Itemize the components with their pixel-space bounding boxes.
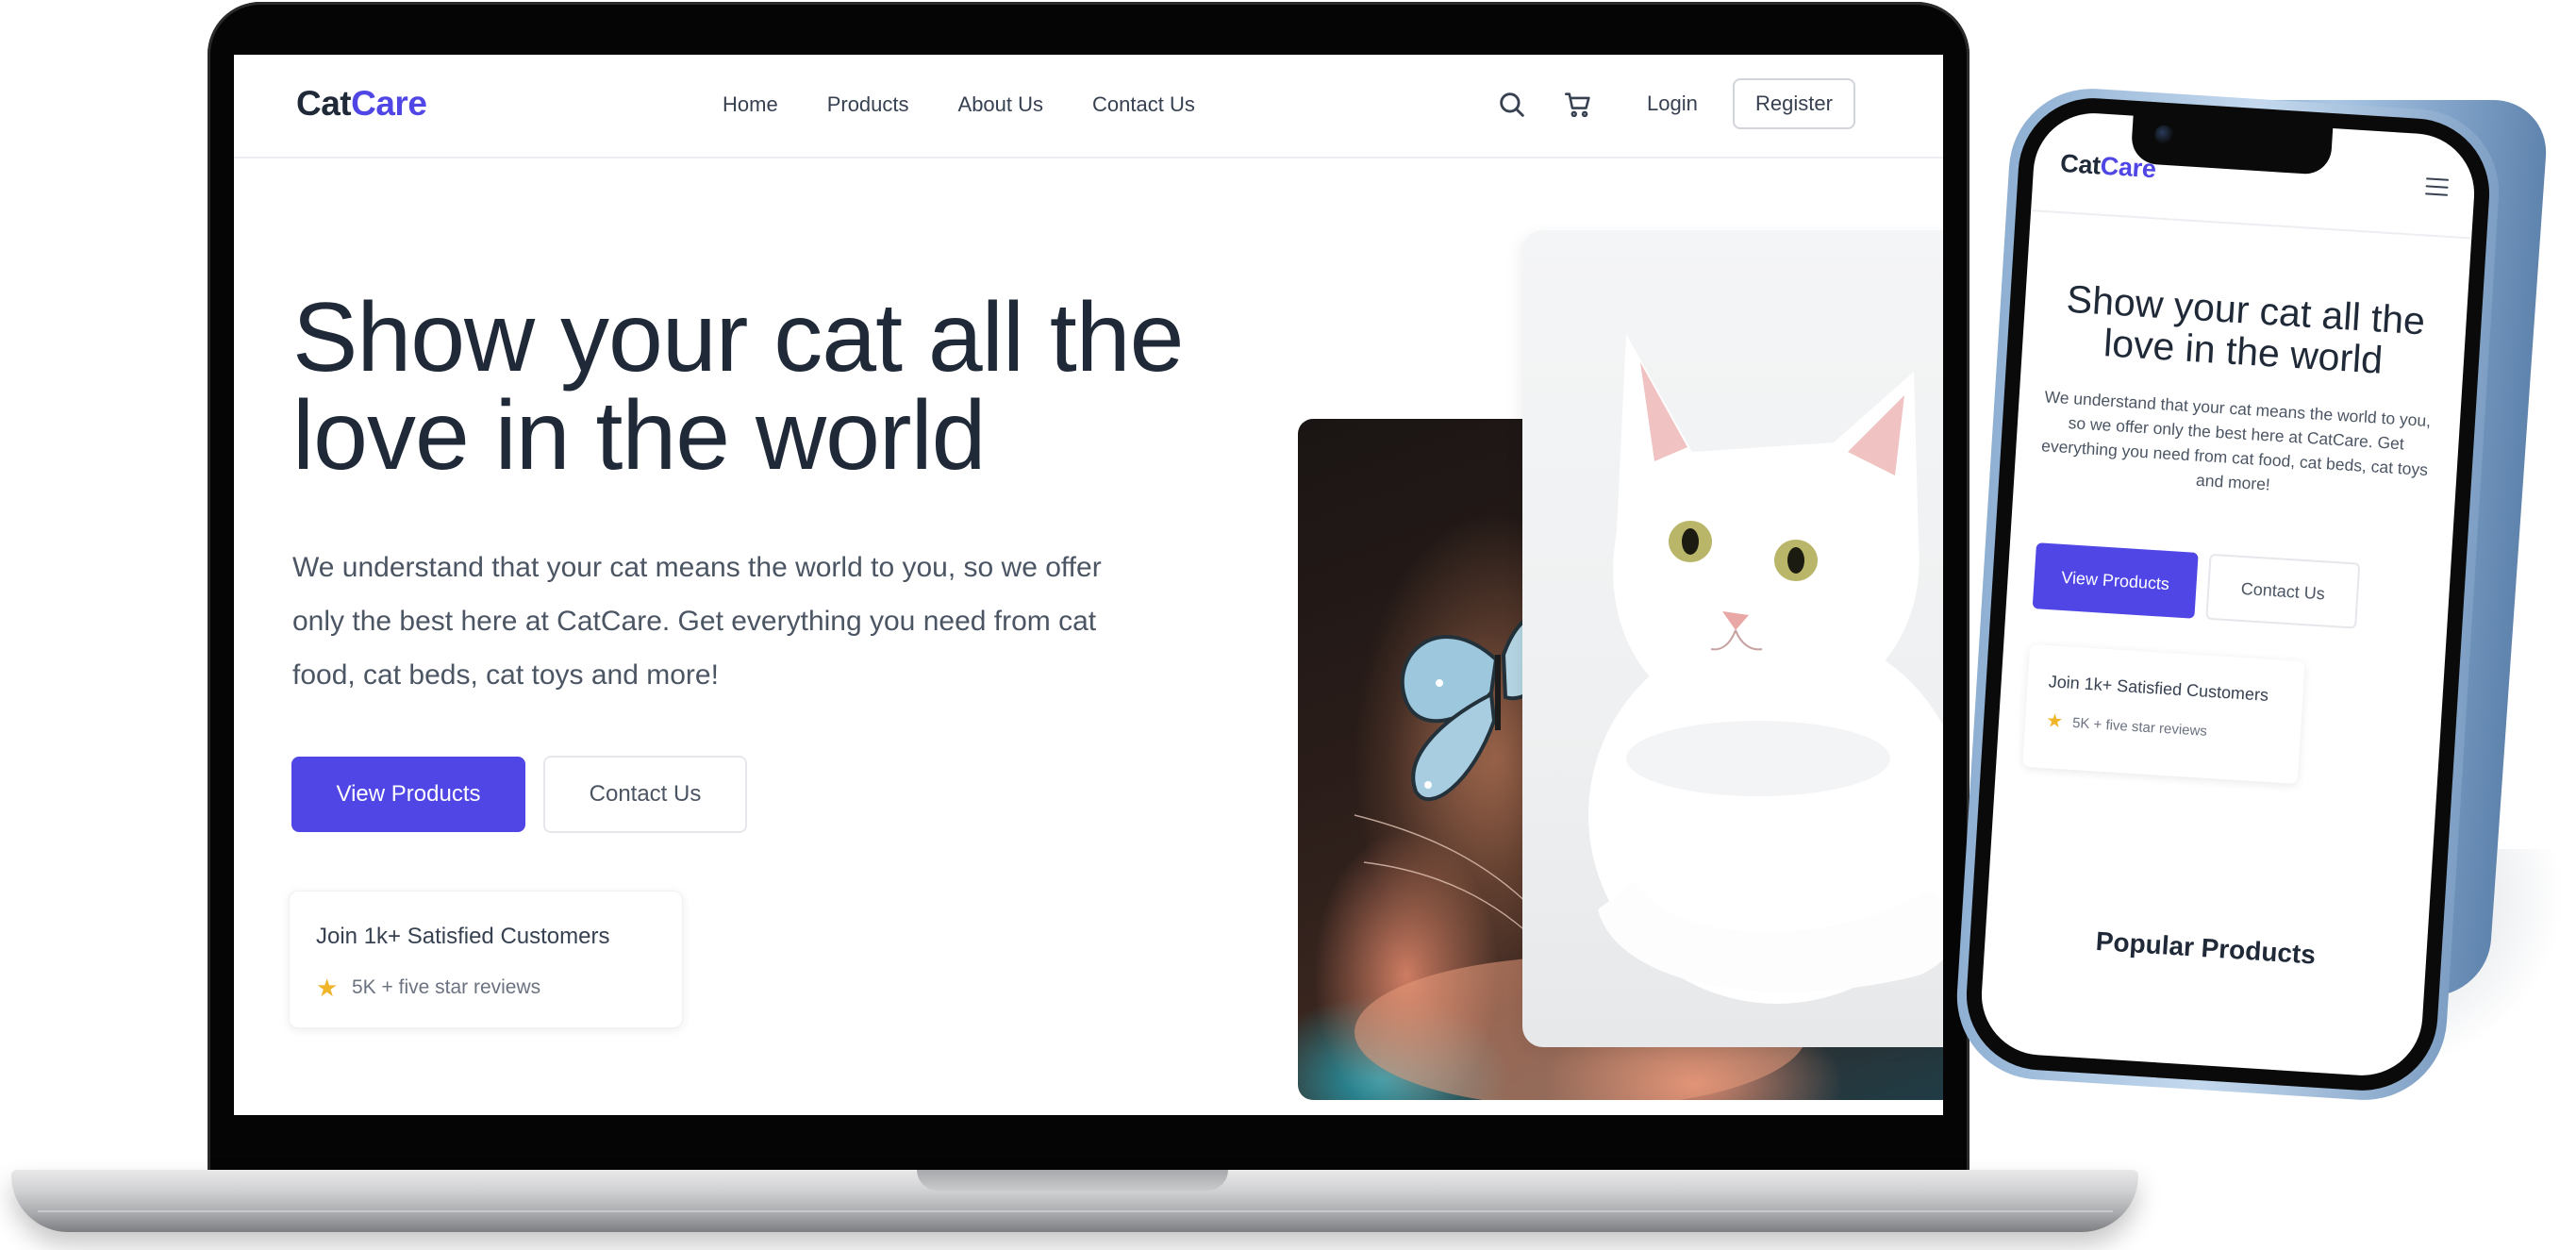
- hamburger-menu-icon[interactable]: [2425, 177, 2450, 197]
- login-link[interactable]: Login: [1647, 92, 1698, 116]
- popular-products-heading: Popular Products: [2094, 925, 2317, 970]
- brand-logo-part1: Cat: [296, 84, 352, 123]
- brand-logo-part2: Care: [351, 84, 427, 123]
- cart-icon[interactable]: [1562, 89, 1594, 121]
- mobile-nav-divider: [2031, 209, 2472, 240]
- register-button[interactable]: Register: [1733, 78, 1855, 129]
- mobile-customers-card-subtitle: 5K + five star reviews: [2071, 714, 2208, 740]
- nav-link-products[interactable]: Products: [827, 92, 909, 117]
- mobile-contact-us-button[interactable]: Contact Us: [2205, 553, 2361, 629]
- customers-card-title: Join 1k+ Satisfied Customers: [316, 924, 610, 949]
- phone-device: CatCare Show your cat all the love in th…: [1952, 83, 2504, 1106]
- mobile-hero-paragraph: We understand that your cat means the wo…: [2040, 387, 2432, 494]
- laptop-screen: CatCare Home Products About Us Contact U…: [234, 55, 1943, 1115]
- laptop-hinge-notch: [917, 1170, 1228, 1191]
- view-products-button[interactable]: View Products: [291, 757, 525, 832]
- nav-link-home[interactable]: Home: [723, 92, 778, 117]
- navbar: CatCare Home Products About Us Contact U…: [234, 55, 1943, 158]
- phone-screen: CatCare Show your cat all the love in th…: [1978, 109, 2478, 1079]
- nav-link-about-us[interactable]: About Us: [958, 92, 1044, 117]
- mobile-brand-logo-part1: Cat: [2059, 148, 2102, 180]
- mobile-customers-card-title: Join 1k+ Satisfied Customers: [2048, 672, 2269, 705]
- mobile-customers-card: Join 1k+ Satisfied Customers ★ 5K + five…: [2022, 643, 2305, 785]
- mobile-hero-headline: Show your cat all the love in the world: [2065, 276, 2427, 382]
- mobile-view-products-button[interactable]: View Products: [2032, 542, 2199, 619]
- contact-us-button[interactable]: Contact Us: [543, 756, 747, 833]
- customers-card-subtitle: 5K + five star reviews: [352, 976, 541, 998]
- star-icon: ★: [2045, 710, 2064, 733]
- white-cat-image: [1522, 230, 1943, 1047]
- hero-headline: Show your cat all the love in the world: [292, 283, 1184, 491]
- star-icon: ★: [316, 974, 339, 1002]
- search-icon[interactable]: [1496, 89, 1528, 121]
- nav-links: Home Products About Us Contact Us: [723, 92, 1195, 117]
- hero-paragraph: We understand that your cat means the wo…: [292, 552, 1102, 691]
- customers-card: Join 1k+ Satisfied Customers ★ 5K + five…: [289, 891, 683, 1028]
- white-cat-illustration: [1588, 334, 1943, 1004]
- laptop-base-highlight: [38, 1210, 2113, 1212]
- brand-logo[interactable]: CatCare: [296, 84, 427, 124]
- nav-link-contact-us[interactable]: Contact Us: [1092, 92, 1195, 117]
